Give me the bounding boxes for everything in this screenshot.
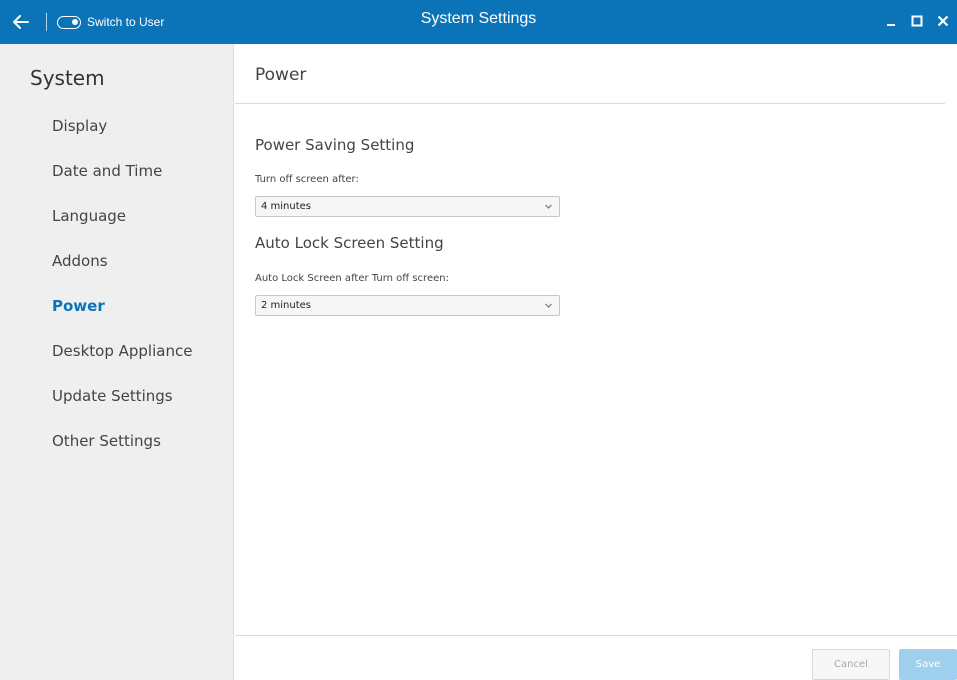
sidebar-item-update-settings[interactable]: Update Settings xyxy=(0,384,234,429)
minimize-button[interactable] xyxy=(879,9,903,33)
sidebar: System Display Date and Time Language Ad… xyxy=(0,44,234,680)
sidebar-item-other-settings[interactable]: Other Settings xyxy=(0,429,234,474)
auto-lock-section-title: Auto Lock Screen Setting xyxy=(255,234,444,252)
chevron-down-icon xyxy=(545,204,552,209)
window-controls xyxy=(879,8,957,34)
footer-divider xyxy=(235,635,957,636)
auto-lock-label: Auto Lock Screen after Turn off screen: xyxy=(255,273,449,284)
sidebar-item-addons[interactable]: Addons xyxy=(0,249,234,294)
header-divider xyxy=(235,103,945,104)
sidebar-item-language[interactable]: Language xyxy=(0,204,234,249)
auto-lock-select[interactable]: 2 minutes xyxy=(255,295,560,316)
page-title: Power xyxy=(255,65,307,85)
sidebar-item-date-and-time[interactable]: Date and Time xyxy=(0,159,234,204)
sidebar-item-desktop-appliance[interactable]: Desktop Appliance xyxy=(0,339,234,384)
minimize-icon xyxy=(887,24,895,26)
maximize-button[interactable] xyxy=(905,9,929,33)
sidebar-nav: Display Date and Time Language Addons Po… xyxy=(0,114,234,474)
close-icon xyxy=(937,15,949,27)
chevron-down-icon xyxy=(545,303,552,308)
turn-off-screen-value: 4 minutes xyxy=(261,201,312,212)
window-title: System Settings xyxy=(420,10,537,27)
sidebar-title: System xyxy=(30,66,105,90)
sidebar-item-power[interactable]: Power xyxy=(0,294,234,339)
title-bar: Switch to User System Settings xyxy=(0,0,957,44)
sidebar-item-display[interactable]: Display xyxy=(0,114,234,159)
auto-lock-value: 2 minutes xyxy=(261,300,312,311)
turn-off-screen-select[interactable]: 4 minutes xyxy=(255,196,560,217)
cancel-button[interactable]: Cancel xyxy=(812,649,890,680)
close-button[interactable] xyxy=(931,9,955,33)
maximize-icon xyxy=(911,15,923,27)
power-saving-section-title: Power Saving Setting xyxy=(255,136,415,154)
turn-off-screen-label: Turn off screen after: xyxy=(255,174,359,185)
save-button[interactable]: Save xyxy=(899,649,957,680)
main-panel: Power Power Saving Setting Turn off scre… xyxy=(235,44,957,680)
